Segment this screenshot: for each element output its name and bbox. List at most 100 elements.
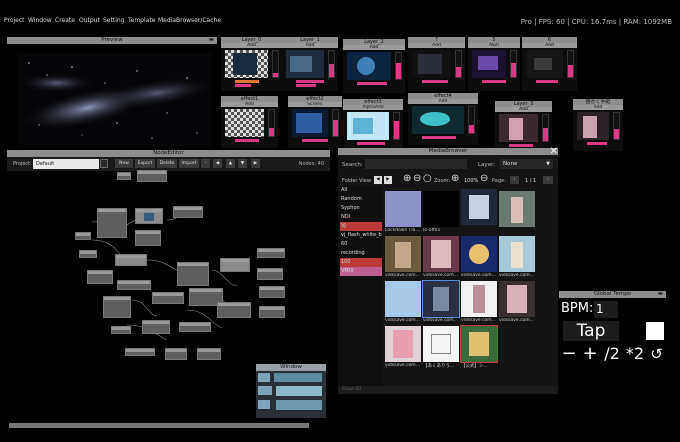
folder-item-all[interactable]: All [340, 186, 382, 195]
folder-item-syphon[interactable]: Syphon [340, 204, 382, 213]
node[interactable] [115, 254, 147, 266]
close-icon[interactable]: ✕ [550, 146, 558, 157]
expand-right-icon[interactable]: ▶ [384, 176, 392, 184]
folder-item-vmix[interactable]: VMIX [340, 267, 382, 276]
opacity-slider[interactable] [567, 50, 574, 78]
blend-mode[interactable]: Add [343, 45, 405, 50]
node[interactable] [259, 306, 285, 318]
folder-item-vj[interactable]: VJ [340, 222, 382, 231]
media-thumbnail[interactable]: vidssave.com... [423, 236, 459, 278]
node[interactable] [125, 348, 155, 356]
zoom-in-icon[interactable]: ⊕ [451, 173, 459, 184]
blend-mode[interactable]: Add [408, 99, 478, 104]
tempo-plus-button[interactable]: + [581, 344, 599, 364]
bpm-input[interactable]: 1 [594, 301, 618, 318]
zoom-out-icon[interactable]: ⊖ [480, 173, 488, 184]
page-next-button[interactable]: › [543, 176, 553, 184]
blend-mode[interactable]: Add [221, 102, 278, 107]
window-menu-icon[interactable]: ▬ [209, 37, 214, 44]
node-editor-hscroll[interactable] [9, 423, 309, 428]
opacity-slider[interactable] [328, 50, 335, 78]
opacity-slider[interactable] [272, 50, 279, 78]
folder-item-100[interactable]: 100 [340, 258, 382, 267]
layer-tile[interactable]: 描かく手紙 Add [573, 99, 623, 151]
node[interactable] [217, 302, 251, 318]
menu-setting[interactable]: Setting [103, 17, 124, 24]
media-thumbnail[interactable]: vidssave.com... [461, 236, 497, 278]
folder-item-recording[interactable]: recording [340, 249, 382, 258]
opacity-slider[interactable] [468, 106, 475, 134]
tempo-double-button[interactable]: *2 [623, 344, 647, 364]
node[interactable] [135, 230, 161, 246]
blend-mode[interactable]: AlphaAdd [343, 105, 403, 110]
tempo-minus-button[interactable]: − [560, 344, 578, 364]
node[interactable] [117, 172, 131, 180]
blend-mode[interactable]: Add [408, 43, 465, 48]
folder-item-60[interactable]: 60 [340, 240, 382, 249]
node[interactable] [75, 232, 91, 240]
blend-mode[interactable]: Add [282, 43, 338, 48]
node[interactable] [257, 268, 283, 280]
blend-mode[interactable]: Add [573, 105, 623, 110]
node[interactable] [97, 208, 127, 238]
tap-button[interactable]: Tap [563, 321, 619, 341]
reset-icon[interactable]: ↺ [648, 344, 665, 364]
folder-item-vj-flash[interactable]: vj_flash_white_bla [340, 231, 382, 240]
opacity-slider[interactable] [542, 114, 549, 142]
folder-item-random[interactable]: Random [340, 195, 382, 204]
node[interactable] [179, 322, 211, 332]
media-browser-titlebar[interactable]: MediaBrowser [338, 148, 558, 155]
node[interactable] [173, 206, 203, 218]
blend-mode[interactable]: Add [522, 43, 577, 48]
media-thumbnail[interactable]: vidssave.com... [499, 236, 535, 278]
layer-tile[interactable]: Layer_0 Add [221, 37, 282, 91]
mini-window-titlebar[interactable]: Window [256, 364, 326, 371]
zoom-in-icon[interactable]: ⊕ [403, 173, 411, 184]
media-thumbnail[interactable]: vidssave.com... [461, 281, 497, 323]
media-thumbnail[interactable] [461, 189, 497, 225]
layer-tile[interactable]: effect2 Screen [288, 96, 342, 148]
node[interactable] [257, 248, 285, 258]
menu-output[interactable]: Output [79, 17, 100, 24]
node[interactable] [137, 170, 167, 182]
media-thumbnail[interactable]: vidssave.com... [385, 236, 421, 278]
layer-tile[interactable]: effect4 Add [408, 93, 478, 145]
opacity-slider[interactable] [332, 109, 339, 137]
node[interactable] [117, 280, 151, 290]
menu-project[interactable]: Project [4, 17, 25, 24]
blend-mode[interactable]: Add [221, 43, 282, 48]
media-thumbnail[interactable] [499, 191, 535, 227]
layer-tile[interactable]: effect1 Add [221, 96, 278, 148]
blend-mode[interactable]: Alph [468, 43, 520, 48]
zoom-reset-icon[interactable]: ○ [423, 173, 432, 184]
layer-tile[interactable]: 5 Alph [468, 37, 520, 91]
media-thumbnail[interactable]: vidssave.com... [499, 281, 535, 323]
opacity-slider[interactable] [393, 112, 400, 140]
media-thumbnail[interactable]: vidssave.com... [385, 281, 421, 323]
node[interactable] [259, 286, 285, 298]
opacity-slider[interactable] [613, 112, 620, 140]
blend-mode[interactable]: Screen [288, 102, 342, 107]
search-input[interactable] [365, 159, 467, 169]
layer-tile[interactable]: Layer_3 Add [495, 101, 552, 153]
layer-tile[interactable]: Layer_1 Add [282, 37, 338, 91]
media-thumbnail[interactable]: Lockdown (Ta... [385, 191, 421, 233]
layer-select[interactable]: None ▼ [500, 159, 553, 169]
media-thumbnail[interactable]: vidssave.com... [385, 326, 421, 368]
layer-tile[interactable]: effect3 AlphaAdd [343, 99, 403, 151]
node[interactable] [79, 250, 97, 258]
node[interactable] [152, 292, 184, 304]
layer-tile[interactable]: 7 Add [408, 37, 465, 91]
collapse-left-icon[interactable]: ◀ [374, 176, 382, 184]
blend-mode[interactable]: Add [495, 107, 552, 112]
opacity-slider[interactable] [510, 50, 517, 78]
zoom-out-icon[interactable]: ⊖ [413, 173, 421, 184]
footer-label[interactable]: Clear (E) [342, 387, 362, 392]
node[interactable] [142, 320, 170, 334]
node[interactable] [220, 258, 250, 272]
node[interactable] [87, 270, 113, 284]
node[interactable] [165, 348, 187, 360]
opacity-slider[interactable] [268, 109, 275, 137]
menu-window[interactable]: Window [28, 17, 52, 24]
node[interactable] [197, 348, 221, 360]
